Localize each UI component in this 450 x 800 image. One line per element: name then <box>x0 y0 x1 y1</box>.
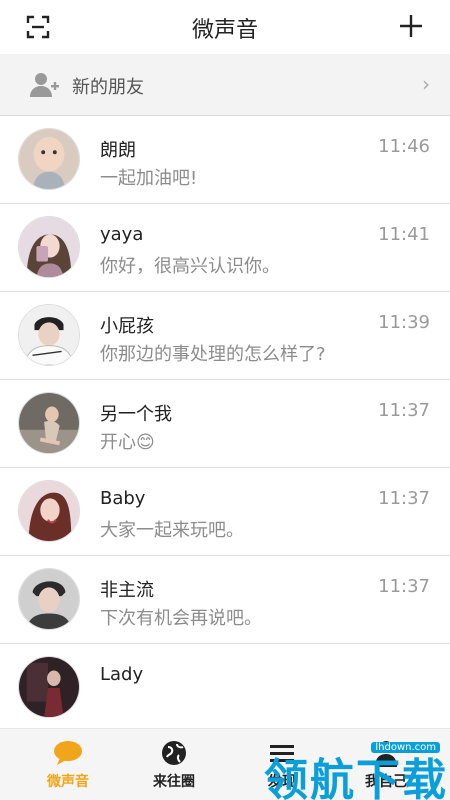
tab-laiwangquan[interactable]: 来往圈 <box>118 729 230 800</box>
chat-row[interactable]: 小屁孩 11:39 你那边的事处理的怎么样了? <box>0 292 450 380</box>
chat-name: 小屁孩 <box>100 316 154 337</box>
new-friends-row[interactable]: 新的朋友 › <box>0 54 450 116</box>
chat-row[interactable]: 非主流 11:37 下次有机会再说吧。 <box>0 556 450 644</box>
chat-row[interactable]: Baby 11:37 大家一起来玩吧。 <box>0 468 450 556</box>
chevron-right-icon: › <box>422 72 430 96</box>
avatar <box>18 568 80 630</box>
chat-name: Lady <box>100 664 144 685</box>
avatar <box>18 480 80 542</box>
chat-message: 大家一起来玩吧。 <box>100 520 244 541</box>
page-title: 微声音 <box>191 18 258 43</box>
chat-time: 11:39 <box>378 312 430 333</box>
chat-row[interactable]: 朗朗 11:46 一起加油吧! <box>0 116 450 204</box>
chat-time: 11:37 <box>378 576 430 597</box>
chat-name: yaya <box>100 224 144 245</box>
chat-row[interactable]: Lady <box>0 644 450 728</box>
watermark-logo: 领航下载 lhdown.com <box>252 742 446 800</box>
chat-time: 11:41 <box>378 224 430 245</box>
add-user-icon <box>30 73 59 97</box>
chat-row[interactable]: yaya 11:41 你好，很高兴认识你。 <box>0 204 450 292</box>
avatar <box>18 128 80 190</box>
chat-message: 你那边的事处理的怎么样了? <box>100 344 326 365</box>
chat-time: 11:37 <box>378 400 430 421</box>
chat-message: 一起加油吧! <box>100 168 198 189</box>
chat-name: 非主流 <box>100 580 154 601</box>
chat-name: Baby <box>100 488 146 509</box>
avatar <box>18 216 80 278</box>
new-friends-label: 新的朋友 <box>72 77 144 98</box>
chat-time: 11:37 <box>378 488 430 509</box>
chat-name: 另一个我 <box>100 404 172 425</box>
tab-weishengyin[interactable]: 微声音 <box>12 729 124 800</box>
tab-label: 微声音 <box>47 774 89 790</box>
chat-time: 11:46 <box>378 136 430 157</box>
avatar <box>18 304 80 366</box>
watermark-url: lhdown.com <box>371 742 440 753</box>
plus-icon[interactable] <box>398 13 424 39</box>
avatar <box>18 392 80 454</box>
chat-message: 你好，很高兴认识你。 <box>100 256 280 277</box>
chat-name: 朗朗 <box>100 140 136 161</box>
chat-message: 下次有机会再说吧。 <box>100 608 262 629</box>
globe-icon <box>162 741 186 765</box>
top-bar: 微声音 <box>0 0 450 54</box>
tab-label: 来往圈 <box>153 774 195 790</box>
avatar <box>18 656 80 718</box>
chat-row[interactable]: 另一个我 11:37 开心😊 <box>0 380 450 468</box>
chat-list: 朗朗 11:46 一起加油吧! yaya 11:41 你好，很高兴认识你。 小屁… <box>0 116 450 728</box>
chat-bubble-icon <box>54 741 82 765</box>
chat-message: 开心😊 <box>100 432 155 453</box>
